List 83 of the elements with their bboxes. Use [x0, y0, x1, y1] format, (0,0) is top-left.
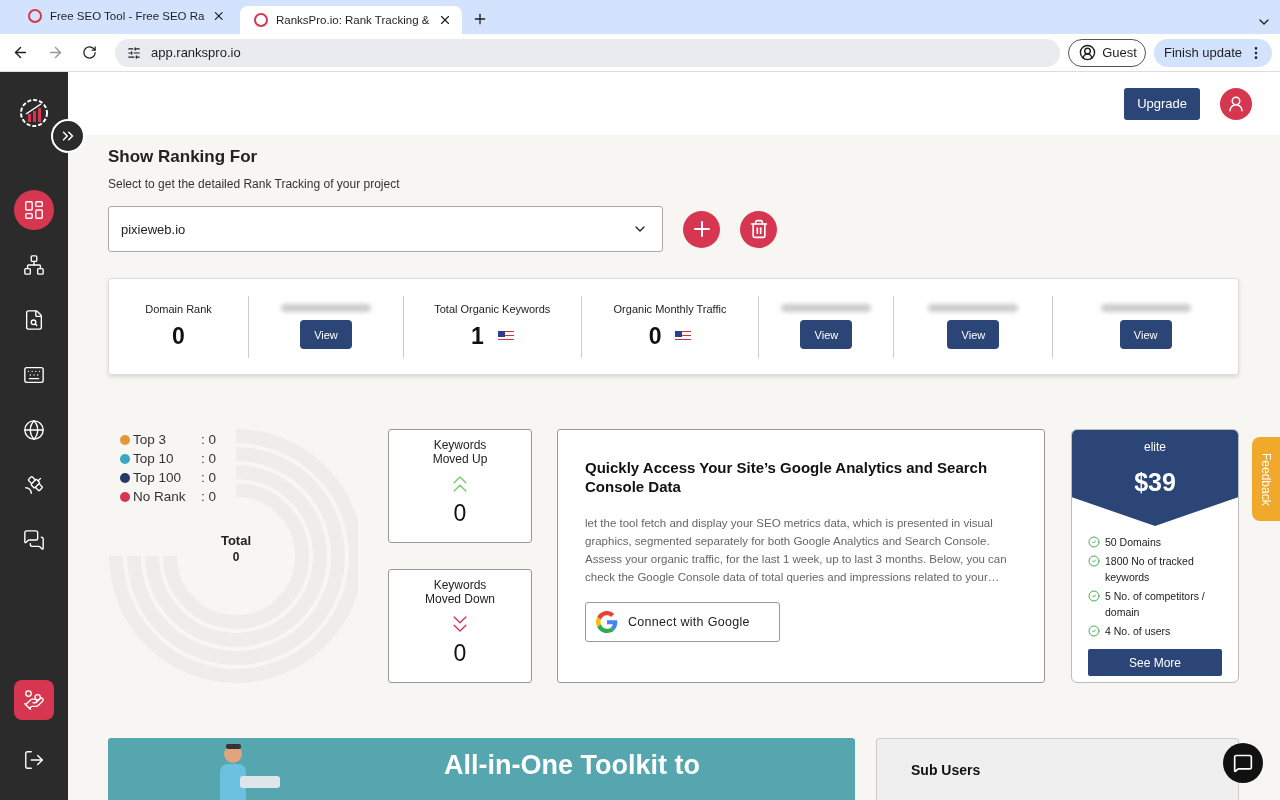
- add-button[interactable]: [683, 210, 720, 248]
- view-button[interactable]: View: [299, 320, 352, 349]
- address-bar[interactable]: app.rankspro.io: [115, 38, 1061, 67]
- view-button[interactable]: View: [947, 320, 1000, 349]
- user-icon: [1227, 94, 1245, 113]
- plan-name: elite: [1144, 440, 1166, 454]
- satellite-icon: [23, 474, 45, 496]
- banner-headline: All-in-One Toolkit to: [444, 750, 700, 780]
- total-label: Total: [220, 533, 252, 548]
- card-text: let the tool fetch and display your SEO metrics data, which is presented in visual graphics, segmented separately for both Google Analytics and Search Console. Assess your organic traffic, for the last 1 week, up to last 3 months. Below, you can check the Google Console data of total queries and impressions related to your…: [585, 516, 1008, 585]
- account-button[interactable]: [1220, 87, 1252, 120]
- site-icon: [254, 13, 268, 27]
- delete-button[interactable]: [740, 210, 777, 248]
- close-icon[interactable]: [438, 13, 452, 27]
- sidebar-nav-button[interactable]: [14, 680, 54, 720]
- logout-icon: [23, 749, 45, 771]
- reload-icon: [82, 45, 97, 60]
- google-logo-icon: [596, 611, 618, 633]
- close-icon[interactable]: [212, 9, 226, 23]
- reload-button[interactable]: [82, 45, 97, 60]
- card-value: 0: [453, 640, 467, 667]
- legend-value: : 0: [201, 432, 216, 447]
- section-title: Show Ranking For: [108, 147, 259, 167]
- browser-tab[interactable]: Free SEO Tool - Free SEO Ra: [14, 2, 236, 30]
- globe-icon: [23, 419, 45, 441]
- sidebar-nav-button[interactable]: [14, 190, 54, 230]
- check-icon: [1088, 536, 1100, 548]
- check-icon: [1088, 555, 1100, 567]
- legend-label: Top 10: [133, 451, 175, 466]
- stat-label: Domain Rank: [145, 303, 212, 315]
- card-title: Sub Users: [911, 762, 981, 778]
- profile-button[interactable]: Guest: [1068, 38, 1146, 67]
- card-title: Quickly Access Your Site’s Google Analytics and Search Console Data: [585, 458, 989, 496]
- card-title: Keywords Moved Up: [431, 438, 489, 466]
- plus-icon: [472, 11, 488, 27]
- site-icon: [28, 9, 42, 23]
- see-more-button[interactable]: See More: [1088, 649, 1222, 676]
- total-value: 0: [232, 550, 240, 564]
- document-search-icon: [23, 309, 45, 331]
- browser-tab[interactable]: RanksPro.io: Rank Tracking &: [240, 6, 462, 34]
- section-subtitle: Select to get the detailed Rank Tracking of your project: [108, 177, 401, 191]
- view-button[interactable]: View: [1119, 320, 1172, 349]
- dashboard-icon: [23, 199, 45, 221]
- chat-button[interactable]: [1223, 743, 1263, 783]
- card-value: 0: [453, 500, 467, 527]
- chat-icon: [23, 529, 45, 551]
- view-button[interactable]: View: [800, 320, 853, 349]
- upgrade-button[interactable]: Upgrade: [1124, 87, 1200, 120]
- legend-label: Top 100: [133, 470, 183, 485]
- plan-feature: 50 Domains: [1105, 535, 1162, 550]
- connect-google-button[interactable]: Connect with Google: [585, 602, 780, 642]
- hierarchy-icon: [23, 254, 45, 276]
- keyboard-icon: [23, 364, 45, 386]
- finish-update-button[interactable]: Finish update: [1153, 38, 1272, 67]
- chat-bubble-icon: [1233, 753, 1253, 773]
- plan-feature: 4 No. of users: [1105, 624, 1171, 639]
- legend-label: Top 3: [133, 432, 168, 447]
- project-select[interactable]: pixieweb.io: [108, 206, 663, 252]
- site-settings-icon[interactable]: [127, 45, 141, 60]
- stat-label: Total Organic Keywords: [434, 303, 551, 315]
- legend-value: : 0: [201, 470, 216, 485]
- expand-sidebar-button[interactable]: [51, 119, 85, 153]
- legend-label: No Rank: [133, 489, 187, 504]
- new-tab-button[interactable]: [472, 11, 488, 27]
- stat-value: 0: [172, 323, 185, 350]
- logo-icon: [17, 96, 51, 130]
- legend-value: : 0: [201, 451, 216, 466]
- plan-price: $39: [1134, 468, 1176, 497]
- check-icon: [1088, 625, 1100, 637]
- hand-coins-icon: [23, 689, 45, 711]
- arrow-right-icon: [47, 44, 64, 61]
- legend-value: : 0: [201, 489, 216, 504]
- user-icon: [1079, 44, 1097, 61]
- forward-button[interactable]: [47, 44, 64, 61]
- stat-label: Organic Monthly Traffic: [613, 303, 727, 315]
- trash-icon: [748, 219, 769, 239]
- stat-value: 1: [470, 323, 484, 350]
- card-title: Keywords Moved Down: [424, 578, 496, 606]
- plan-feature: 1800 No of tracked keywords: [1105, 554, 1195, 585]
- check-icon: [1088, 590, 1100, 602]
- stat-value: 0: [648, 323, 662, 350]
- plan-feature: 5 No. of competitors / domain: [1105, 589, 1206, 620]
- back-button[interactable]: [12, 44, 29, 61]
